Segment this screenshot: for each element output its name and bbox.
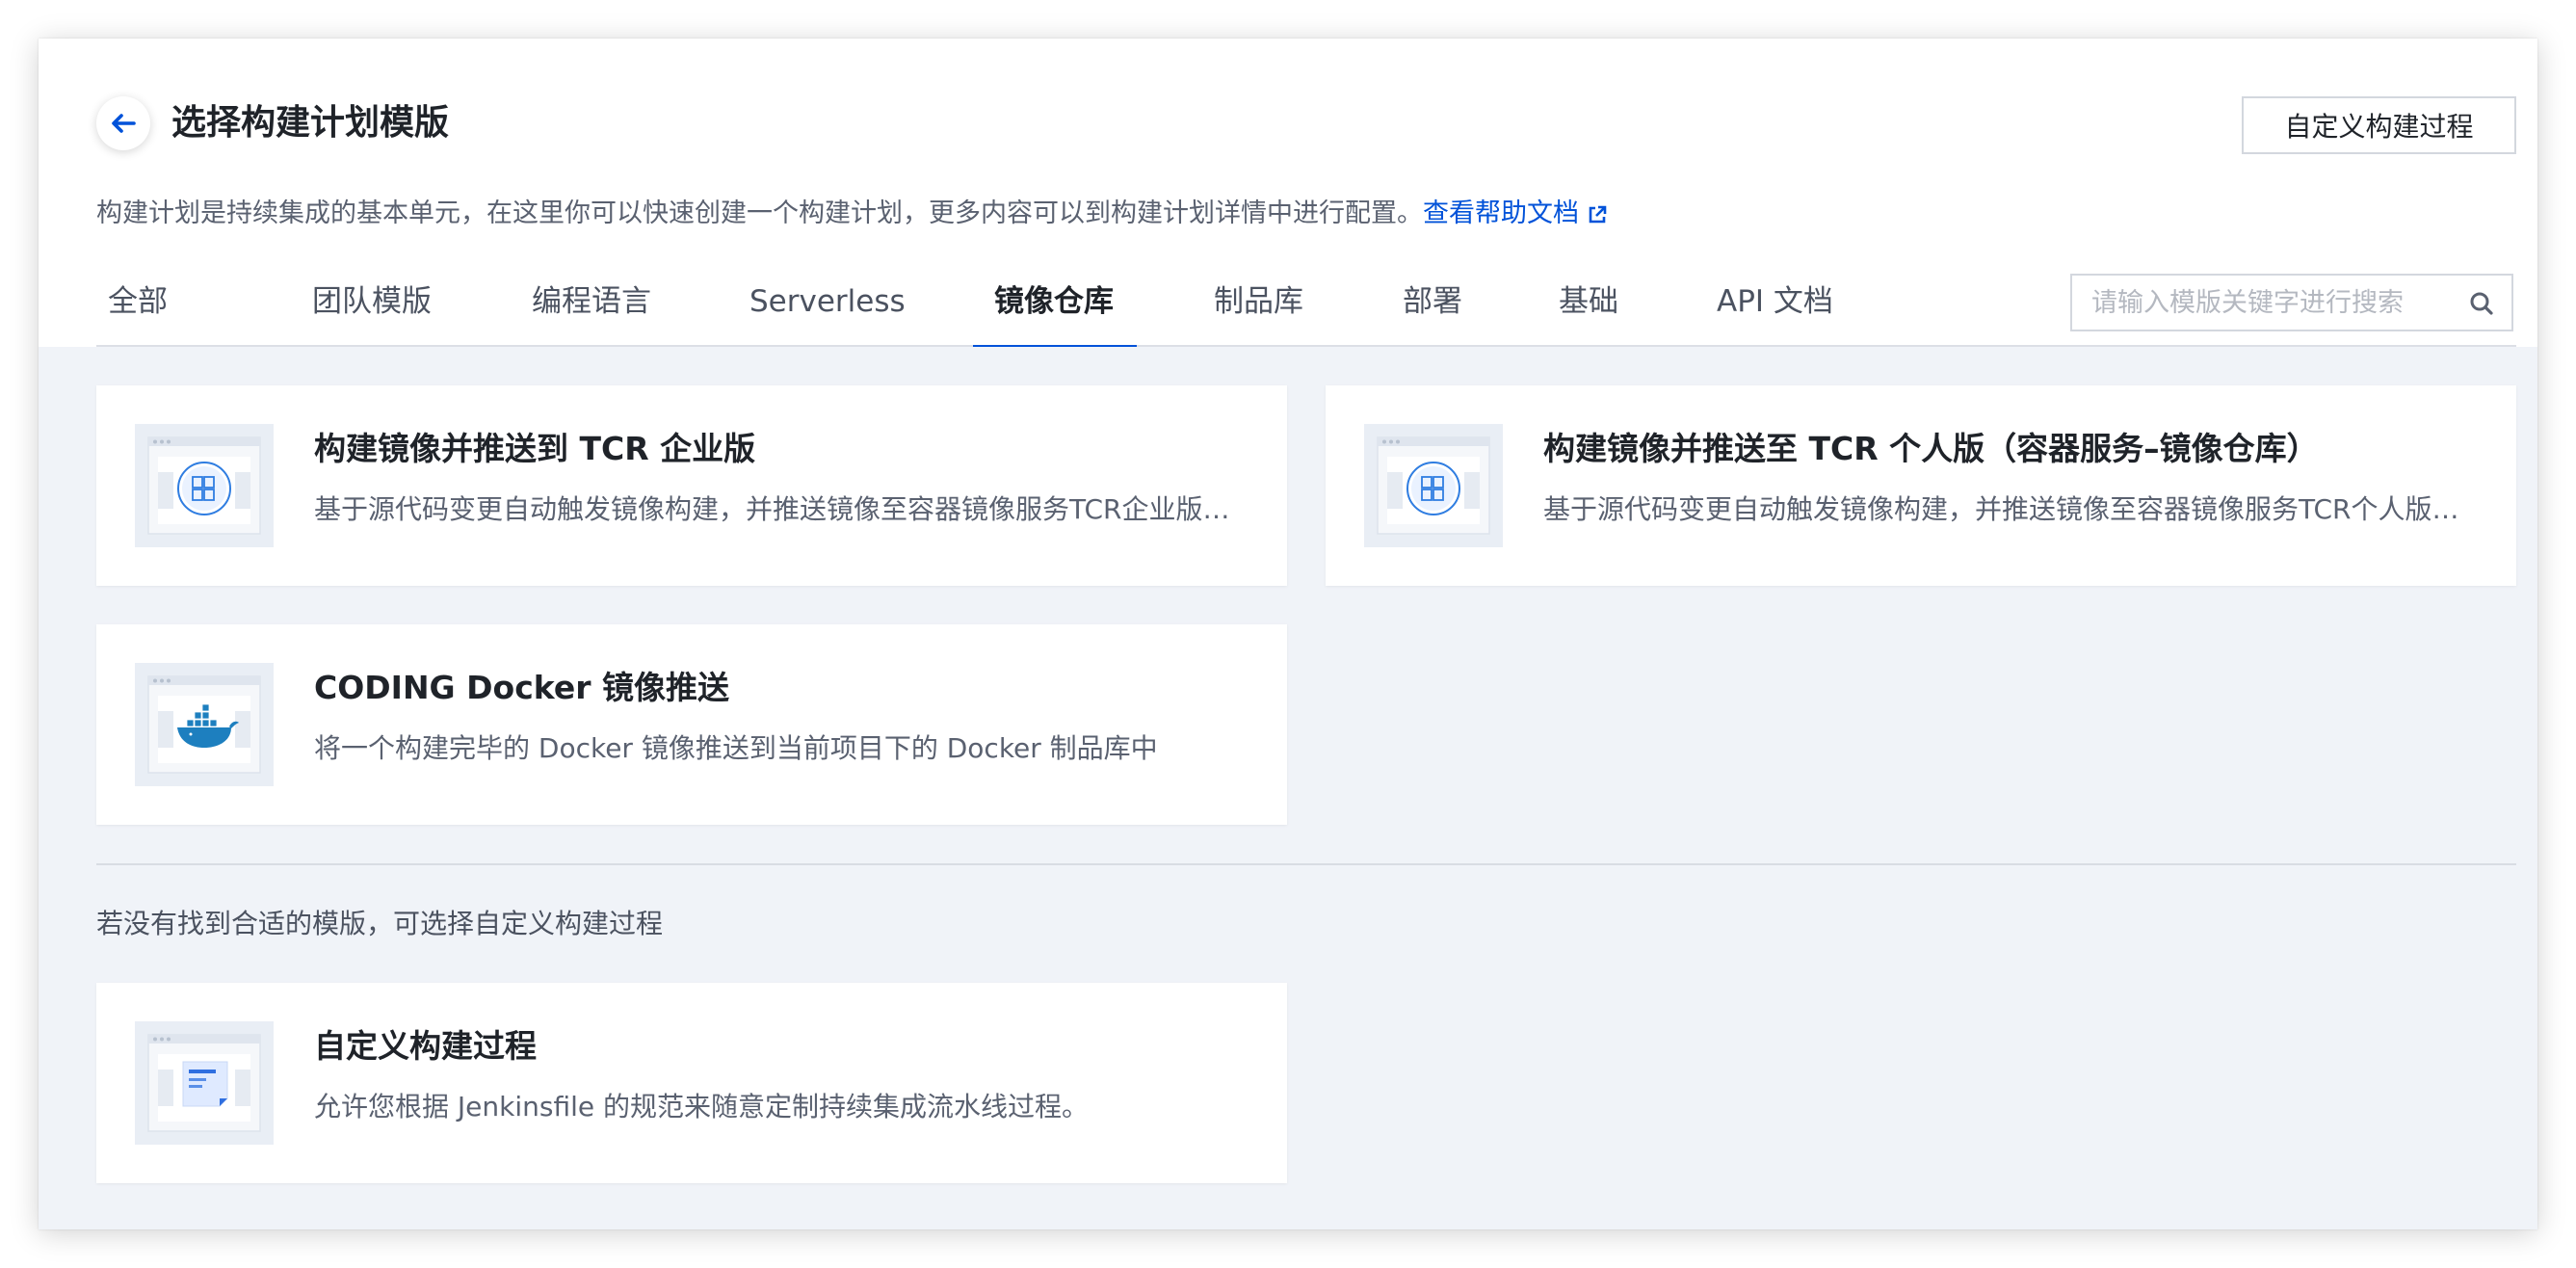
template-selection-window: 选择构建计划模版 自定义构建过程 构建计划是持续集成的基本单元，在这里你可以快速… [39, 39, 2537, 1229]
template-search-input[interactable]: 请输入模版关键字进行搜索 [2070, 274, 2513, 331]
custom-build-hint: 若没有找到合适的模版，可选择自定义构建过程 [96, 908, 664, 939]
card-title: 自定义构建过程 [314, 1027, 537, 1065]
template-thumbnail [135, 424, 274, 547]
search-placeholder: 请输入模版关键字进行搜索 [2091, 288, 2404, 318]
card-title: 构建镜像并推送至 TCR 个人版（容器服务–镜像仓库） [1543, 430, 2319, 467]
card-description: 基于源代码变更自动触发镜像构建，并推送镜像至容器镜像服务TCR企业版… [314, 493, 1230, 525]
tab-artifact-repository[interactable]: 制品库 [1214, 277, 1303, 347]
tab-serverless[interactable]: Serverless [749, 277, 906, 347]
search-icon[interactable] [2469, 291, 2494, 316]
tab-deploy[interactable]: 部署 [1403, 277, 1462, 347]
page-description: 构建计划是持续集成的基本单元，在这里你可以快速创建一个构建计划，更多内容可以到构… [96, 197, 1608, 231]
external-link-icon [1589, 205, 1607, 224]
template-thumbnail [135, 663, 274, 786]
tab-team-templates[interactable]: 团队模版 [312, 277, 432, 347]
description-text: 构建计划是持续集成的基本单元，在这里你可以快速创建一个构建计划，更多内容可以到构… [96, 198, 1423, 228]
help-doc-link[interactable]: 查看帮助文档 [1423, 198, 1608, 228]
template-card-custom-build[interactable]: 自定义构建过程 允许您根据 Jenkinsfile 的规范来随意定制持续集成流水… [96, 983, 1287, 1183]
tab-programming-language[interactable]: 编程语言 [532, 277, 651, 347]
section-divider [96, 863, 2516, 865]
header: 选择构建计划模版 自定义构建过程 构建计划是持续集成的基本单元，在这里你可以快速… [39, 39, 2537, 349]
tab-api-docs[interactable]: API 文档 [1717, 277, 1833, 347]
card-description: 基于源代码变更自动触发镜像构建，并推送镜像至容器镜像服务TCR个人版… [1543, 493, 2459, 525]
template-card-tcr-enterprise[interactable]: 构建镜像并推送到 TCR 企业版 基于源代码变更自动触发镜像构建，并推送镜像至容… [96, 385, 1287, 586]
card-description: 将一个构建完毕的 Docker 镜像推送到当前项目下的 Docker 制品库中 [314, 732, 1158, 764]
help-link-label[interactable]: 查看帮助文档 [1423, 198, 1579, 228]
card-description: 允许您根据 Jenkinsfile 的规范来随意定制持续集成流水线过程。 [314, 1091, 1090, 1123]
template-thumbnail [1364, 424, 1503, 547]
template-thumbnail [135, 1021, 274, 1145]
template-card-coding-docker[interactable]: CODING Docker 镜像推送 将一个构建完毕的 Docker 镜像推送到… [96, 624, 1287, 825]
tab-image-registry[interactable]: 镜像仓库 [994, 277, 1114, 347]
custom-build-button[interactable]: 自定义构建过程 [2242, 96, 2516, 154]
container-registry-icon [177, 462, 231, 515]
template-card-tcr-personal[interactable]: 构建镜像并推送至 TCR 个人版（容器服务–镜像仓库） 基于源代码变更自动触发镜… [1326, 385, 2516, 586]
template-list-area: 构建镜像并推送到 TCR 企业版 基于源代码变更自动触发镜像构建，并推送镜像至容… [39, 347, 2537, 1229]
back-button[interactable] [96, 96, 150, 150]
document-icon [182, 1061, 228, 1107]
tab-basic[interactable]: 基础 [1559, 277, 1618, 347]
arrow-left-icon [112, 114, 136, 133]
card-title: CODING Docker 镜像推送 [314, 669, 729, 706]
card-title: 构建镜像并推送到 TCR 企业版 [314, 430, 756, 467]
page-title: 选择构建计划模版 [171, 103, 450, 143]
tab-all[interactable]: 全部 [108, 277, 168, 347]
container-registry-icon [1406, 462, 1460, 515]
